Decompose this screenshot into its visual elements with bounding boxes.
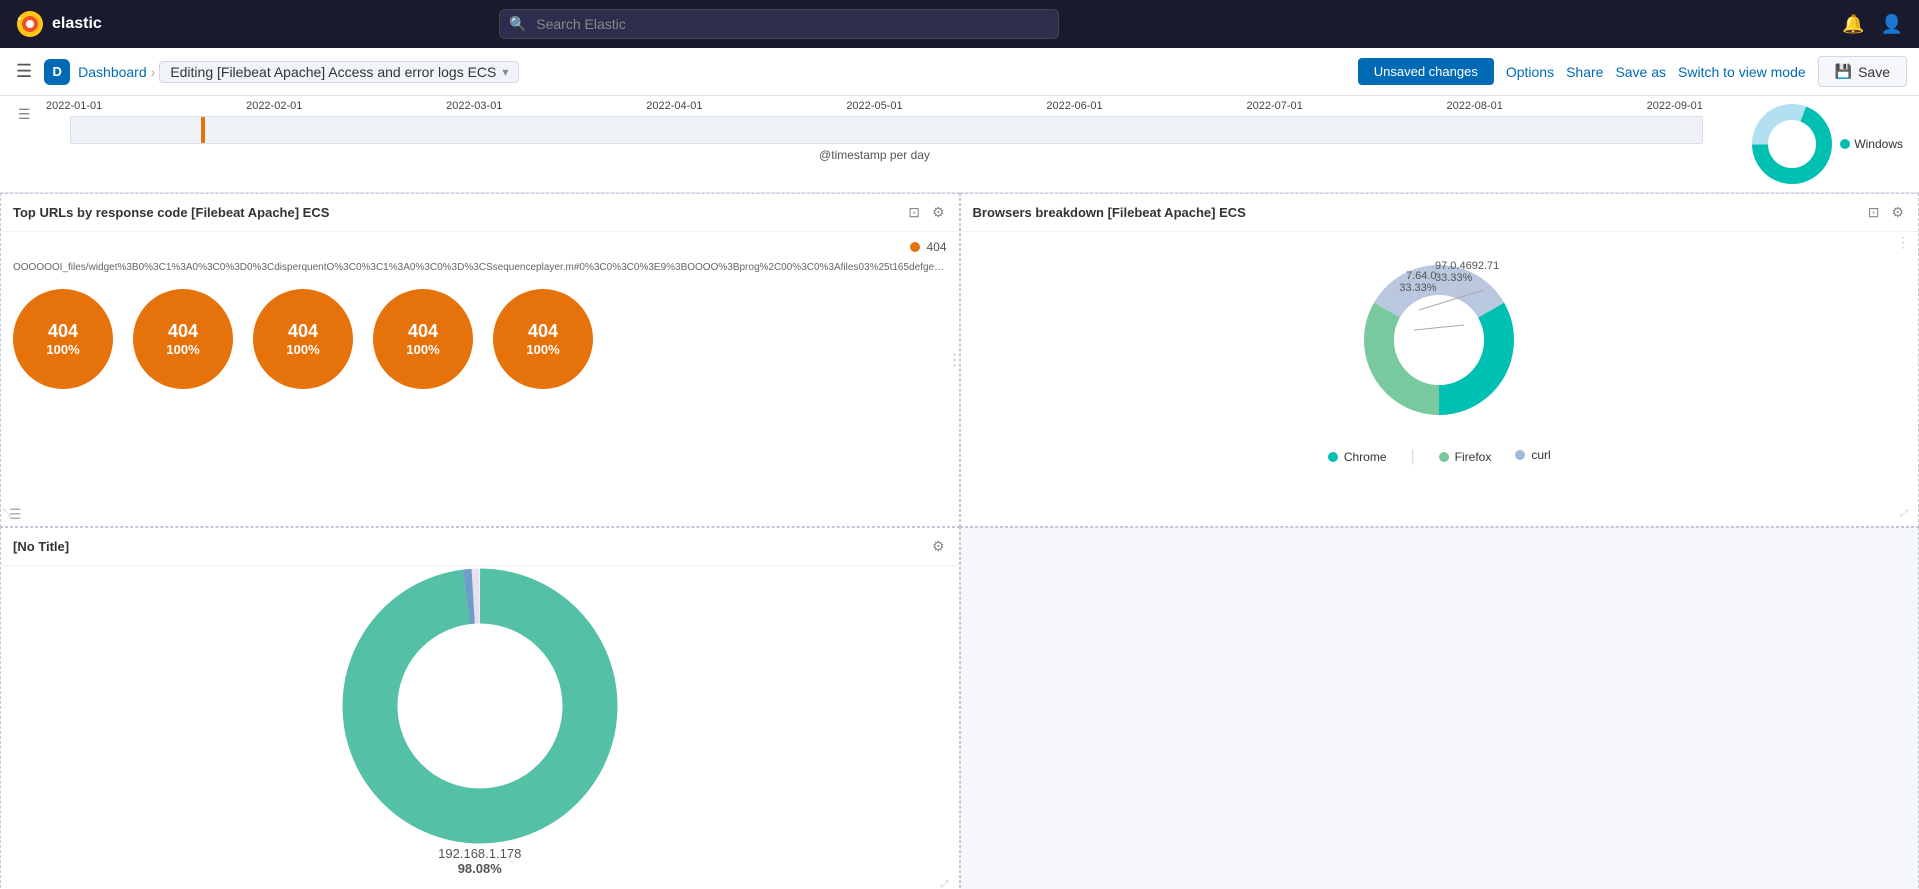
topbar: e elastic 🔍 🔔 👤 xyxy=(0,0,1919,48)
top-urls-title: Top URLs by response code [Filebeat Apac… xyxy=(13,205,329,220)
top-urls-copy-button[interactable]: ⊡ xyxy=(906,202,922,223)
notitle-donut-wrap: 192.168.1.178 98.08% xyxy=(340,566,620,846)
user-icon[interactable]: 👤 xyxy=(1881,14,1903,35)
panel-list-icon-bottom[interactable]: ☰ xyxy=(9,506,22,524)
notitle-title: [No Title] xyxy=(13,539,69,554)
curl-legend-dot xyxy=(1515,450,1525,460)
firefox-legend-dot xyxy=(1439,452,1449,462)
unsaved-changes-button[interactable]: Unsaved changes xyxy=(1358,58,1494,85)
browsers-actions: ⊡ ⚙ xyxy=(1866,202,1906,223)
circle-item: 404 100% xyxy=(493,289,593,389)
main-content: ☰ 2022-01-01 2022-02-01 2022-03-01 2022-… xyxy=(0,96,1919,889)
notitle-content: 192.168.1.178 98.08% xyxy=(1,566,959,846)
elastic-logo: e elastic xyxy=(16,10,102,38)
legend-sep-1: | xyxy=(1411,448,1415,466)
nav-badge: D xyxy=(44,59,70,85)
notitle-resize-br[interactable]: ⤢ xyxy=(941,879,957,889)
windows-donut-chart xyxy=(1752,104,1832,184)
windows-legend-label: Windows xyxy=(1854,137,1903,151)
circle-item: 404 100% xyxy=(373,289,473,389)
curl-label: curl xyxy=(1531,448,1550,462)
elastic-logo-text: elastic xyxy=(52,15,102,33)
donut-label-left: 7.64.0 33.33% xyxy=(1399,270,1436,294)
topbar-right: 🔔 👤 xyxy=(1842,14,1903,35)
top-urls-panel-header: Top URLs by response code [Filebeat Apac… xyxy=(1,194,959,232)
panels-grid: Top URLs by response code [Filebeat Apac… xyxy=(0,193,1919,889)
timeline-strip: ☰ 2022-01-01 2022-02-01 2022-03-01 2022-… xyxy=(0,96,1919,193)
elastic-logo-icon: e xyxy=(16,10,44,38)
notitle-panel-header: [No Title] ⚙ xyxy=(1,528,959,566)
browsers-copy-button[interactable]: ⊡ xyxy=(1866,202,1882,223)
donut-circle-4: 404 100% xyxy=(373,289,473,389)
notitle-donut-chart xyxy=(340,566,620,846)
top-urls-panel: Top URLs by response code [Filebeat Apac… xyxy=(0,193,960,527)
save-as-button[interactable]: Save as xyxy=(1615,64,1666,80)
switch-view-mode-button[interactable]: Switch to view mode xyxy=(1678,64,1806,80)
circle-item: 404 100% xyxy=(253,289,353,389)
donut-circle-2: 404 100% xyxy=(133,289,233,389)
legend-item-firefox: Firefox xyxy=(1439,448,1492,466)
drag-handle-right[interactable]: ⋮ xyxy=(951,340,959,380)
url-path-text: OOOOOOI_files/widget%3B0%3C1%3A0%3C0%3D0… xyxy=(13,262,947,273)
browsers-title: Browsers breakdown [Filebeat Apache] ECS xyxy=(973,205,1246,220)
notitle-actions: ⚙ xyxy=(930,536,947,557)
bell-icon[interactable]: 🔔 xyxy=(1842,14,1864,35)
options-button[interactable]: Options xyxy=(1506,64,1554,80)
notitle-gear-button[interactable]: ⚙ xyxy=(930,536,947,557)
save-icon: 💾 xyxy=(1835,63,1852,80)
donut-label-right: 97.0.4692.71 33.33% xyxy=(1435,260,1499,284)
legend-item-curl: curl xyxy=(1515,448,1550,462)
browsers-panel-header: Browsers breakdown [Filebeat Apache] ECS… xyxy=(961,194,1919,232)
donut-circle-3: 404 100% xyxy=(253,289,353,389)
breadcrumb-sep: › xyxy=(151,64,156,80)
chevron-down-icon[interactable]: ▾ xyxy=(502,65,508,79)
svg-text:e: e xyxy=(18,16,21,22)
browsers-content: 7.64.0 33.33% 97.0.4692.71 33.33% xyxy=(961,232,1919,474)
nav-right: Unsaved changes Options Share Save as Sw… xyxy=(1358,56,1907,87)
chrome-legend-dot xyxy=(1328,452,1338,462)
timestamp-label: @timestamp per day xyxy=(46,148,1703,162)
legend-item-chrome: Chrome xyxy=(1328,448,1387,466)
search-icon: 🔍 xyxy=(509,16,526,33)
resize-handle-br[interactable]: ⤢ xyxy=(1900,508,1916,524)
circle-item: 404 100% xyxy=(133,289,233,389)
legend-404-dot xyxy=(910,242,920,252)
search-bar[interactable]: 🔍 xyxy=(499,9,1059,39)
circles-row: 404 100% 404 100% 404 100% xyxy=(13,281,947,397)
notitle-ip-label: 192.168.1.178 98.08% xyxy=(438,846,521,876)
top-urls-actions: ⊡ ⚙ xyxy=(906,202,946,223)
browsers-legend: Chrome | Firefox curl xyxy=(1328,448,1551,466)
hamburger-menu[interactable]: ☰ xyxy=(12,57,36,86)
chrome-label: Chrome xyxy=(1344,450,1387,464)
notitle-panel: [No Title] ⚙ xyxy=(0,527,960,889)
timeline-plot xyxy=(70,116,1703,144)
legend-404-label: 404 xyxy=(926,240,946,254)
timeline-dates: 2022-01-01 2022-02-01 2022-03-01 2022-04… xyxy=(46,100,1703,116)
donut-circle-1: 404 100% xyxy=(13,289,113,389)
timeline-list-icon[interactable]: ☰ xyxy=(16,104,33,125)
browsers-panel: Browsers breakdown [Filebeat Apache] ECS… xyxy=(960,193,1919,527)
firefox-label: Firefox xyxy=(1455,450,1492,464)
browsers-gear-button[interactable]: ⚙ xyxy=(1889,202,1906,223)
donut-circle-5: 404 100% xyxy=(493,289,593,389)
top-urls-gear-button[interactable]: ⚙ xyxy=(930,202,947,223)
urls-legend: 404 xyxy=(13,240,947,254)
circle-item: 404 100% xyxy=(13,289,113,389)
search-input[interactable] xyxy=(499,9,1059,39)
navbar: ☰ D Dashboard › Editing [Filebeat Apache… xyxy=(0,48,1919,96)
share-button[interactable]: Share xyxy=(1566,64,1603,80)
browsers-drag-handle[interactable]: ⋮ xyxy=(1896,234,1910,251)
breadcrumb: Dashboard › Editing [Filebeat Apache] Ac… xyxy=(78,61,519,83)
breadcrumb-dashboard[interactable]: Dashboard xyxy=(78,64,147,80)
empty-panel xyxy=(960,527,1919,889)
top-urls-content: 404 OOOOOOI_files/widget%3B0%3C1%3A0%3C0… xyxy=(1,232,959,405)
save-button[interactable]: 💾 Save xyxy=(1818,56,1907,87)
breadcrumb-current: Editing [Filebeat Apache] Access and err… xyxy=(159,61,519,83)
